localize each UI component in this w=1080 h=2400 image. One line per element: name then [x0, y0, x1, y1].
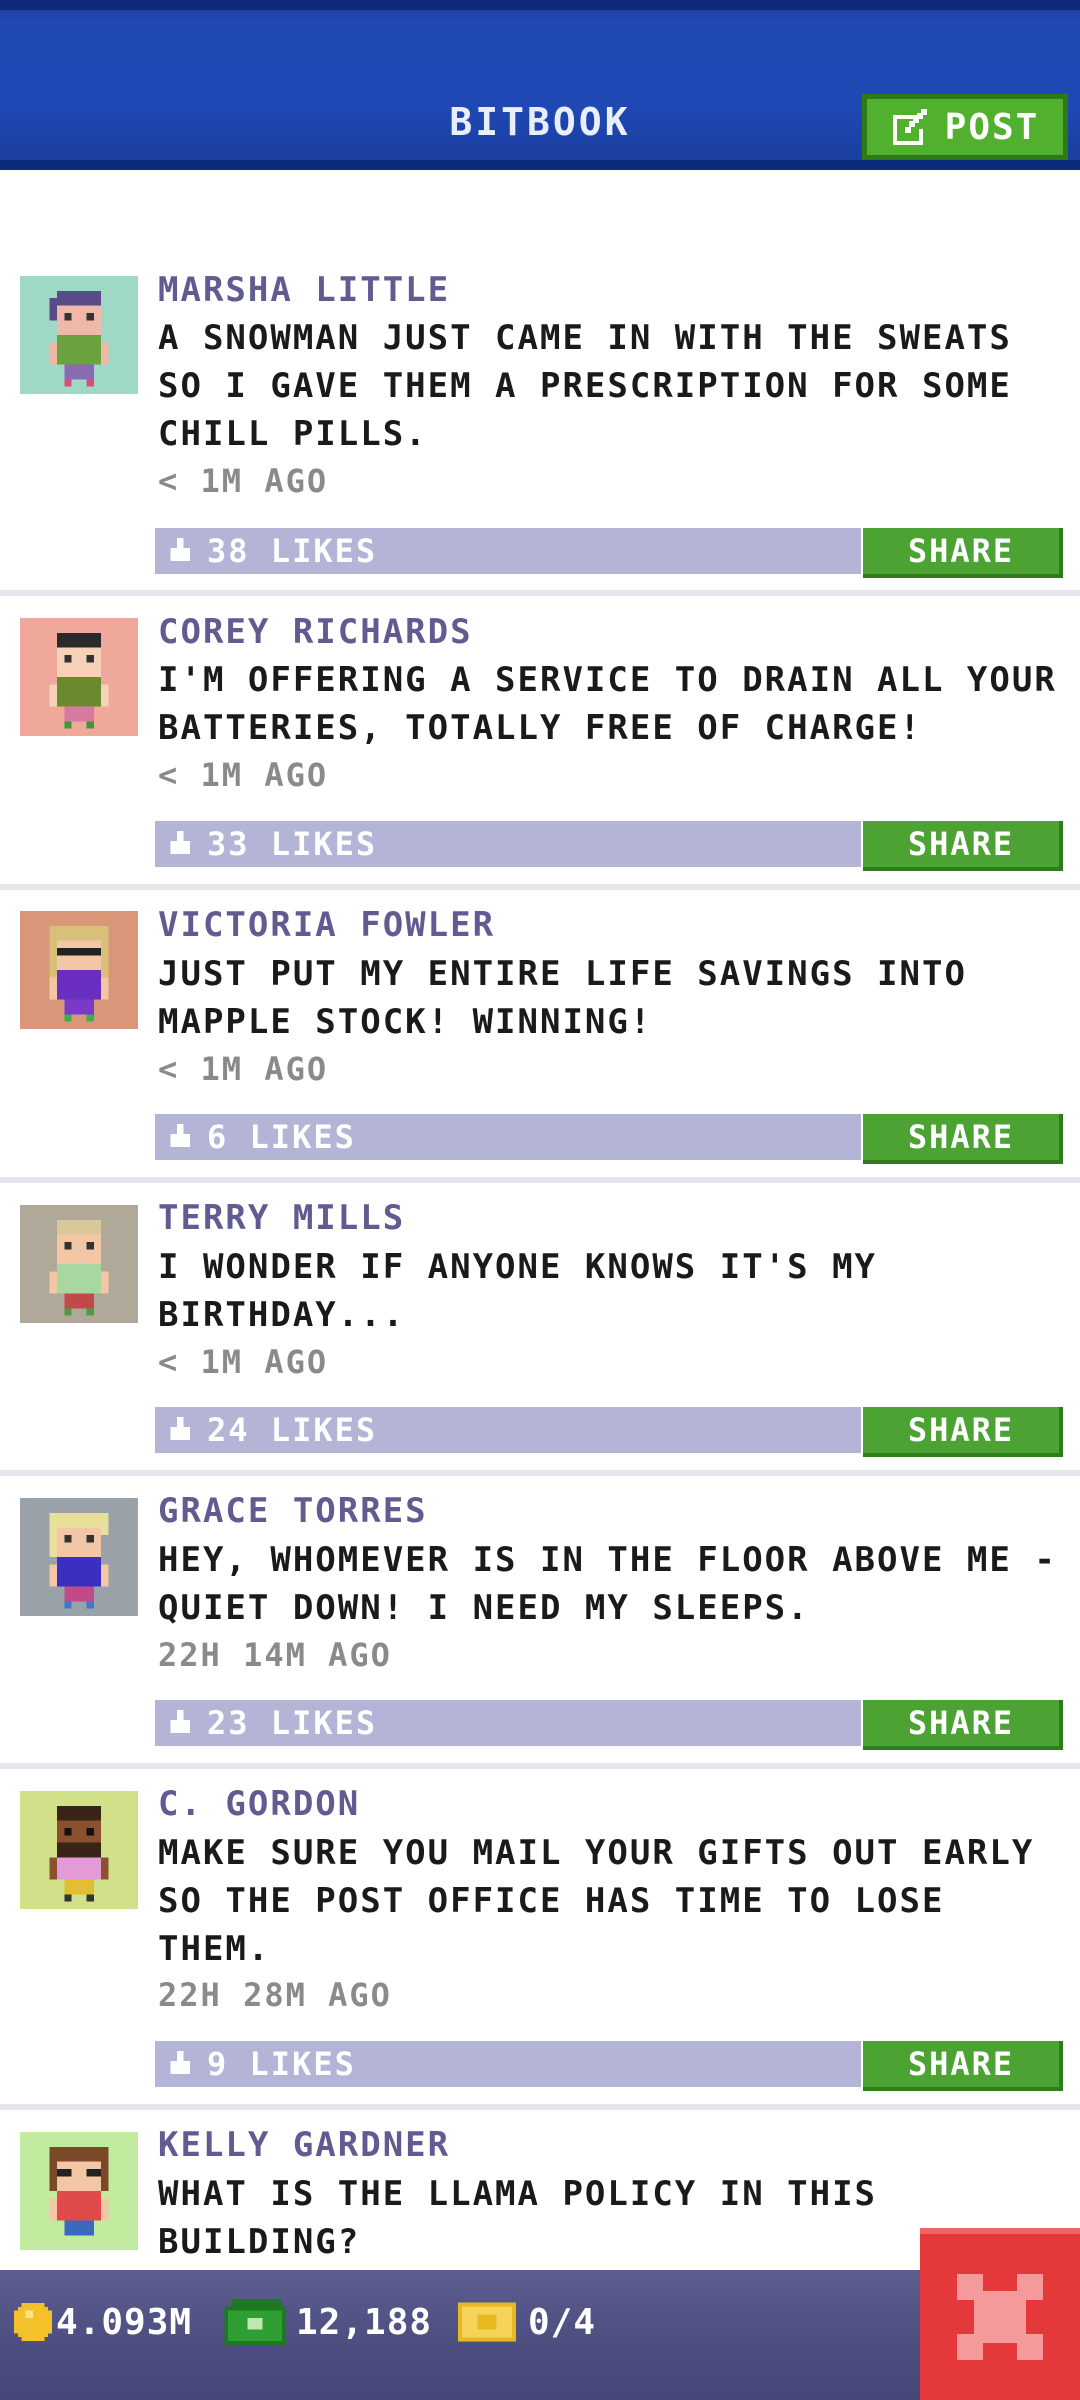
like-button[interactable]: 24 LIKES: [155, 1407, 861, 1453]
post-time: < 1M AGO: [158, 462, 329, 500]
person-icon: [49, 925, 109, 1022]
coins-value: 4.093M: [56, 2301, 193, 2343]
likes-count: 23 LIKES: [207, 1704, 378, 1742]
share-button[interactable]: SHARE: [863, 1114, 1063, 1164]
bux-value: 12,188: [296, 2301, 433, 2343]
thumbs-up-icon: [170, 1124, 190, 1147]
close-button[interactable]: [920, 2228, 1080, 2400]
thumbs-up-icon: [170, 831, 190, 854]
post-time: < 1M AGO: [158, 1343, 329, 1381]
post-divider: [0, 1763, 1080, 1769]
close-icon: [957, 2274, 1043, 2360]
avatar[interactable]: [20, 1498, 138, 1616]
person-icon: [49, 290, 109, 387]
header-border: [0, 160, 1080, 170]
post-time: 22H 14M AGO: [158, 1636, 392, 1674]
likes-count: 6 LIKES: [207, 1118, 356, 1156]
post-author[interactable]: VICTORIA FOWLER: [158, 905, 495, 945]
post-divider: [0, 1470, 1080, 1476]
like-button[interactable]: 38 LIKES: [155, 528, 861, 574]
post-divider: [0, 1177, 1080, 1183]
post-message: A SNOWMAN JUST CAME IN WITH THE SWEATS S…: [158, 318, 1012, 454]
avatar[interactable]: [20, 911, 138, 1029]
ticket-icon: [458, 2302, 516, 2342]
share-button[interactable]: SHARE: [863, 821, 1063, 871]
post-message: HEY, WHOMEVER IS IN THE FLOOR ABOVE ME -…: [158, 1540, 1057, 1628]
tickets-display: 0/4: [458, 2294, 596, 2350]
post-author[interactable]: GRACE TORRES: [158, 1491, 428, 1531]
avatar[interactable]: [20, 2132, 138, 2250]
post-author[interactable]: C. GORDON: [158, 1784, 360, 1824]
post-time: 22H 28M AGO: [158, 1976, 392, 2014]
post-divider: [0, 590, 1080, 596]
tickets-value: 0/4: [528, 2301, 597, 2343]
like-button[interactable]: 6 LIKES: [155, 1114, 861, 1160]
likes-count: 38 LIKES: [207, 532, 378, 570]
avatar[interactable]: [20, 1791, 138, 1909]
share-button[interactable]: SHARE: [863, 2041, 1063, 2091]
post-time: < 1M AGO: [158, 756, 329, 794]
post-button[interactable]: POST: [862, 94, 1068, 160]
post-author[interactable]: MARSHA LITTLE: [158, 270, 450, 310]
post-divider: [0, 2104, 1080, 2110]
post-divider: [0, 884, 1080, 890]
post-message: JUST PUT MY ENTIRE LIFE SAVINGS INTO MAP…: [158, 954, 967, 1042]
thumbs-up-icon: [170, 1417, 190, 1440]
share-button[interactable]: SHARE: [863, 1700, 1063, 1750]
avatar[interactable]: [20, 1205, 138, 1323]
bux-icon: [224, 2299, 286, 2345]
avatar[interactable]: [20, 618, 138, 736]
post-message: MAKE SURE YOU MAIL YOUR GIFTS OUT EARLY …: [158, 1833, 1035, 1969]
post-author[interactable]: COREY RICHARDS: [158, 612, 473, 652]
likes-count: 9 LIKES: [207, 2045, 356, 2083]
coin-icon: [14, 2303, 52, 2341]
post-message: I'M OFFERING A SERVICE TO DRAIN ALL YOUR…: [158, 660, 1057, 748]
post-author[interactable]: TERRY MILLS: [158, 1198, 405, 1238]
like-button[interactable]: 33 LIKES: [155, 821, 861, 867]
thumbs-up-icon: [170, 538, 190, 561]
bux-display: 12,188: [224, 2294, 432, 2350]
share-button[interactable]: SHARE: [863, 528, 1063, 578]
avatar[interactable]: [20, 276, 138, 394]
person-icon: [49, 1512, 109, 1609]
person-icon: [49, 1805, 109, 1902]
share-button[interactable]: SHARE: [863, 1407, 1063, 1457]
thumbs-up-icon: [170, 2051, 190, 2074]
coins-display: 4.093M: [14, 2294, 192, 2350]
likes-count: 33 LIKES: [207, 825, 378, 863]
thumbs-up-icon: [170, 1710, 190, 1733]
like-button[interactable]: 23 LIKES: [155, 1700, 861, 1746]
person-icon: [49, 2146, 109, 2236]
post-message: I WONDER IF ANYONE KNOWS IT'S MY BIRTHDA…: [158, 1247, 878, 1335]
status-bar: 4.093M 12,188 0/4: [0, 2270, 1080, 2400]
post-time: < 1M AGO: [158, 1050, 329, 1088]
like-button[interactable]: 9 LIKES: [155, 2041, 861, 2087]
person-icon: [49, 1219, 109, 1316]
post-author[interactable]: KELLY GARDNER: [158, 2125, 450, 2165]
post-button-label: POST: [944, 106, 1040, 148]
likes-count: 24 LIKES: [207, 1411, 378, 1449]
person-icon: [49, 632, 109, 729]
edit-icon: [892, 109, 927, 145]
